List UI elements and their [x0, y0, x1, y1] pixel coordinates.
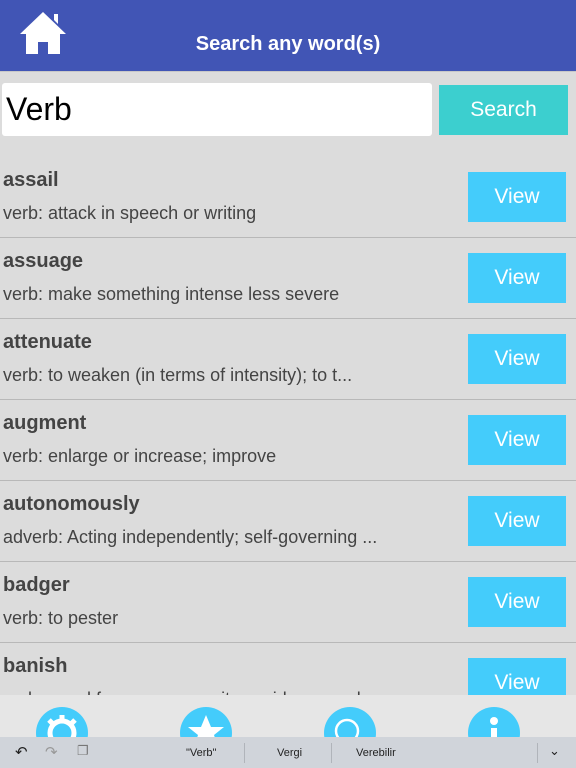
undo-icon[interactable]: ↶	[15, 743, 28, 761]
info-icon	[490, 717, 498, 737]
word: assuage	[3, 250, 84, 272]
word: attenuate	[3, 331, 92, 353]
definition: adverb: Acting independently; self-gover…	[3, 527, 378, 547]
definition: verb: to weaken (in terms of intensity);…	[3, 365, 353, 385]
definition: verb: make something intense less severe	[3, 284, 340, 304]
search-icon	[334, 718, 360, 737]
view-button[interactable]: View	[468, 172, 566, 222]
settings-tab[interactable]	[36, 707, 88, 737]
definition: verb: enlarge or increase; improve	[3, 446, 277, 466]
copy-icon[interactable]: ❐	[77, 743, 89, 759]
view-button[interactable]: View	[468, 577, 566, 627]
word: banish	[3, 655, 68, 677]
tab-bar	[0, 695, 576, 737]
list-item: attenuate verb: to weaken (in terms of in…	[0, 319, 576, 400]
view-button[interactable]: View	[468, 658, 566, 695]
info-tab[interactable]	[468, 707, 520, 737]
list-item: banishverb: expel from a community, resi…	[0, 643, 576, 695]
suggestion[interactable]: Verebilir	[356, 747, 396, 759]
list-item: augment verb: enlarge or increase; improv…	[0, 400, 576, 481]
keyboard-suggestion-bar: ↶ ↷ ❐ "Verb" Vergi Verebilir ⌄	[0, 737, 576, 768]
search-tab[interactable]	[324, 707, 376, 737]
redo-icon[interactable]: ↷	[45, 743, 58, 761]
suggestion[interactable]: Vergi	[277, 747, 302, 759]
list-item: assail verb: attack in speech or writing V…	[0, 157, 576, 238]
definition: verb: to pester	[3, 608, 119, 628]
search-input[interactable]	[2, 83, 432, 136]
search-button[interactable]: Search	[439, 85, 568, 135]
results-list: assail verb: attack in speech or writing V…	[0, 157, 576, 695]
view-button[interactable]: View	[468, 415, 566, 465]
view-button[interactable]: View	[468, 334, 566, 384]
suggestion[interactable]: "Verb"	[186, 747, 216, 759]
view-button[interactable]: View	[468, 253, 566, 303]
page-title: Search any word(s)	[195, 33, 381, 55]
view-button[interactable]: View	[468, 496, 566, 546]
star-icon	[188, 715, 224, 737]
word: autonomously	[3, 493, 140, 515]
definition: verb: attack in speech or writing	[3, 203, 257, 223]
list-item: badger verb: to pester View	[0, 562, 576, 643]
word: assail	[3, 169, 59, 191]
list-item: autonomously adverb: Acting independently…	[0, 481, 576, 562]
header: Search any word(s)	[0, 0, 576, 72]
word: augment	[3, 412, 87, 434]
list-item: assuage verb: make something intense less…	[0, 238, 576, 319]
chevron-down-icon[interactable]: ⌄	[549, 743, 560, 759]
gear-icon	[47, 715, 77, 737]
word: badger	[3, 574, 70, 596]
favorites-tab[interactable]	[180, 707, 232, 737]
